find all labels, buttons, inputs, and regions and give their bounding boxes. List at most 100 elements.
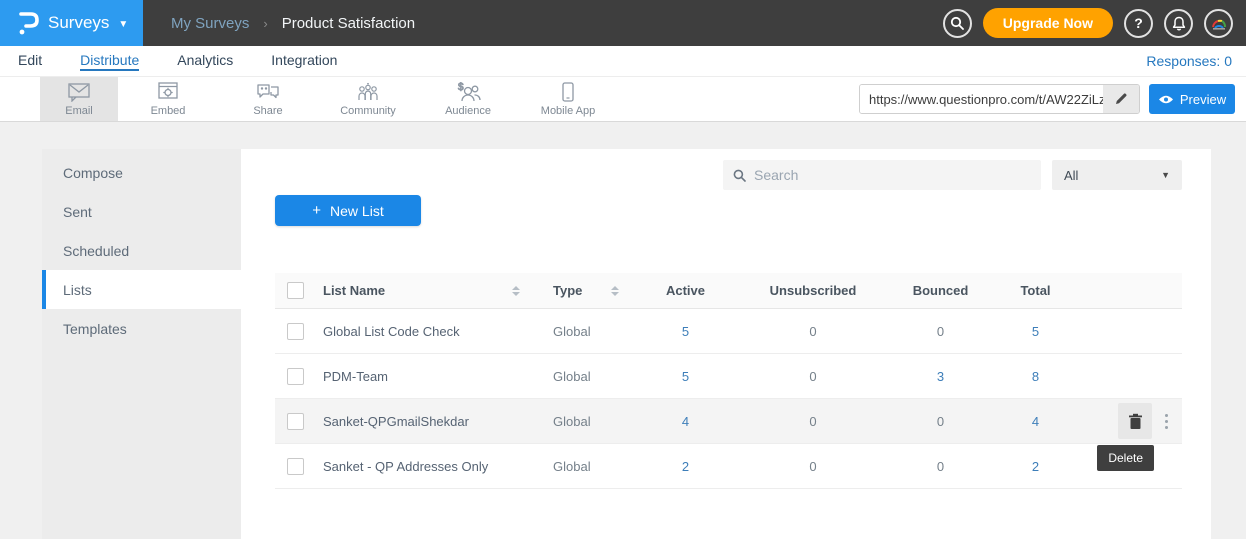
sidebar-item-compose[interactable]: Compose [42, 153, 241, 192]
list-name-link[interactable]: Sanket - QP Addresses Only [323, 459, 488, 474]
channel-community[interactable]: Community [318, 77, 418, 121]
table-row: PDM-Team Global 5 0 3 8 [275, 354, 1182, 399]
list-controls: All ▼ [723, 160, 1182, 190]
list-name-link[interactable]: Global List Code Check [323, 324, 460, 339]
svg-text:$: $ [458, 82, 464, 93]
table-row: Sanket - QP Addresses Only Global 2 0 0 … [275, 444, 1182, 489]
search-icon [733, 169, 746, 182]
list-name-link[interactable]: PDM-Team [323, 369, 388, 384]
preview-button[interactable]: Preview [1149, 84, 1235, 114]
list-name-link[interactable]: Sanket-QPGmailShekdar [323, 414, 469, 429]
distribute-toolbar: Email Embed Share Community $ Audience M… [0, 77, 1246, 122]
tab-edit[interactable]: Edit [18, 52, 42, 71]
table-header-row: List Name Type Active Unsubscribed Bounc… [275, 273, 1182, 309]
survey-tabs: Edit Distribute Analytics Integration [18, 52, 337, 71]
channel-label: Share [253, 105, 282, 117]
bounced-count[interactable]: 3 [888, 369, 993, 384]
channel-label: Audience [445, 105, 491, 117]
tab-integration[interactable]: Integration [271, 52, 337, 71]
help-button[interactable]: ? [1124, 9, 1153, 38]
topbar-actions: Upgrade Now ? [943, 0, 1246, 46]
channel-audience[interactable]: $ Audience [418, 77, 518, 121]
active-count[interactable]: 2 [633, 459, 738, 474]
table-row-hovered: Sanket-QPGmailShekdar Global 4 0 0 4 Del… [275, 399, 1182, 444]
survey-url-field [859, 84, 1140, 114]
sidebar-item-sent[interactable]: Sent [42, 192, 241, 231]
sidebar-item-scheduled[interactable]: Scheduled [42, 231, 241, 270]
total-count[interactable]: 5 [993, 324, 1078, 339]
column-header-list-name[interactable]: List Name [323, 283, 385, 298]
pencil-icon [1114, 92, 1128, 106]
list-type: Global [553, 369, 591, 384]
sidebar-item-label: Compose [63, 165, 123, 181]
channel-embed[interactable]: Embed [118, 77, 218, 121]
bounced-count[interactable]: 0 [888, 414, 993, 429]
email-lists-panel: Compose Sent Scheduled Lists Templates A… [42, 149, 1211, 539]
channel-email[interactable]: Email [40, 77, 118, 121]
survey-url-input[interactable] [860, 85, 1103, 113]
breadcrumb-my-surveys[interactable]: My Surveys [171, 15, 249, 32]
total-count[interactable]: 2 [993, 459, 1078, 474]
product-switcher[interactable]: Surveys ▼ [0, 0, 143, 46]
sidebar-item-templates[interactable]: Templates [42, 309, 241, 348]
list-search-box [723, 160, 1041, 190]
sort-type-icon[interactable] [611, 286, 619, 296]
channel-label: Mobile App [541, 105, 595, 117]
unsubscribed-count[interactable]: 0 [738, 414, 888, 429]
page-body: Compose Sent Scheduled Lists Templates A… [0, 122, 1246, 539]
responses-count: Responses: 0 [1146, 53, 1232, 69]
column-header-unsubscribed: Unsubscribed [738, 283, 888, 298]
unsubscribed-count[interactable]: 0 [738, 369, 888, 384]
row-menu-kebab-icon[interactable] [1161, 410, 1172, 433]
sort-list-name-icon[interactable] [512, 286, 520, 296]
list-type-filter-dropdown[interactable]: All ▼ [1052, 160, 1182, 190]
column-header-bounced: Bounced [888, 283, 993, 298]
active-count[interactable]: 4 [633, 414, 738, 429]
embed-window-gear-icon [157, 82, 179, 102]
active-count[interactable]: 5 [633, 369, 738, 384]
channel-mobile-app[interactable]: Mobile App [518, 77, 618, 121]
active-count[interactable]: 5 [633, 324, 738, 339]
total-count[interactable]: 8 [993, 369, 1078, 384]
account-menu-button[interactable] [1204, 9, 1233, 38]
trash-icon [1128, 413, 1143, 430]
bounced-count[interactable]: 0 [888, 459, 993, 474]
column-header-type[interactable]: Type [553, 283, 582, 298]
breadcrumb: My Surveys › Product Satisfaction [171, 0, 415, 46]
preview-label: Preview [1180, 92, 1226, 107]
list-type: Global [553, 459, 591, 474]
survey-nav-row: Edit Distribute Analytics Integration Re… [0, 46, 1246, 77]
channel-label: Email [65, 105, 93, 117]
sidebar-item-label: Templates [63, 321, 127, 337]
search-button[interactable] [943, 9, 972, 38]
delete-list-button[interactable] [1118, 403, 1152, 439]
search-input[interactable] [754, 167, 1031, 183]
share-bubbles-icon [256, 82, 280, 102]
notifications-button[interactable] [1164, 9, 1193, 38]
select-all-checkbox[interactable] [287, 282, 304, 299]
audience-dollar-people-icon: $ [455, 82, 481, 102]
top-bar: Surveys ▼ My Surveys › Product Satisfact… [0, 0, 1246, 46]
total-count[interactable]: 4 [993, 414, 1078, 429]
upgrade-now-button[interactable]: Upgrade Now [983, 8, 1113, 38]
new-list-button[interactable]: + New List [275, 195, 421, 226]
tab-distribute[interactable]: Distribute [80, 52, 139, 71]
row-checkbox[interactable] [287, 368, 304, 385]
envelope-icon [68, 82, 90, 102]
new-list-label: New List [330, 203, 384, 219]
row-checkbox[interactable] [287, 323, 304, 340]
sidebar-item-label: Lists [63, 282, 92, 298]
plus-icon: + [312, 202, 321, 219]
breadcrumb-separator: › [263, 16, 267, 31]
edit-url-button[interactable] [1103, 85, 1139, 113]
channel-share[interactable]: Share [218, 77, 318, 121]
questionpro-logo-icon [17, 8, 39, 38]
unsubscribed-count[interactable]: 0 [738, 459, 888, 474]
row-checkbox[interactable] [287, 458, 304, 475]
column-header-active: Active [633, 283, 738, 298]
tab-analytics[interactable]: Analytics [177, 52, 233, 71]
unsubscribed-count[interactable]: 0 [738, 324, 888, 339]
bounced-count[interactable]: 0 [888, 324, 993, 339]
row-checkbox[interactable] [287, 413, 304, 430]
sidebar-item-lists[interactable]: Lists [42, 270, 241, 309]
